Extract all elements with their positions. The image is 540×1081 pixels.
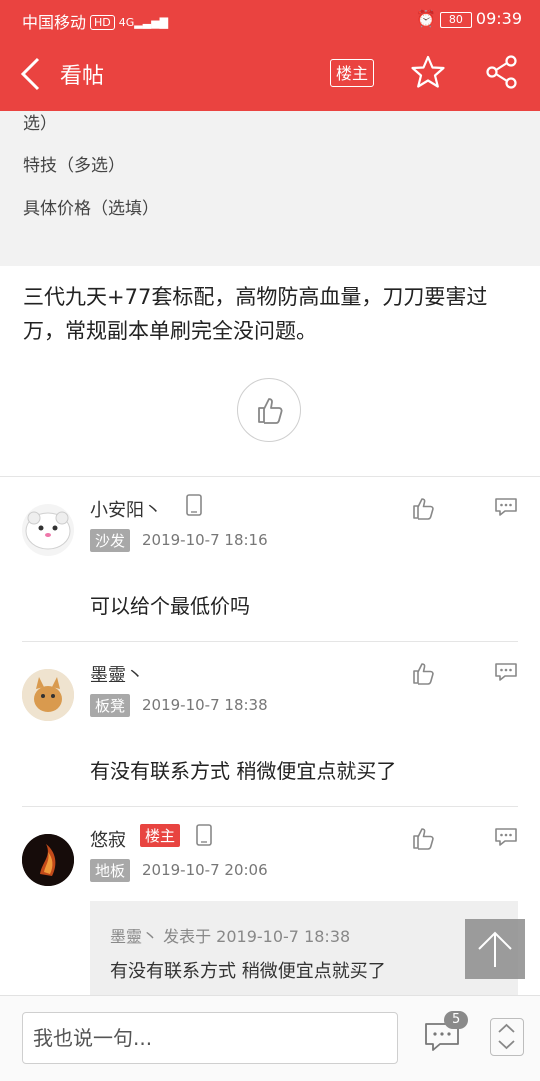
mobile-device-icon (196, 824, 212, 846)
username[interactable]: 小安阳丶 (90, 496, 162, 522)
attribute-line: 选） (23, 114, 57, 134)
avatar[interactable] (22, 834, 74, 886)
mobile-device-icon (186, 494, 202, 516)
reply-time: 2019-10-7 18:16 (142, 531, 268, 549)
favorite-star-icon[interactable] (410, 54, 446, 90)
username[interactable]: 悠寂 (90, 826, 126, 852)
quote-header: 墨靈丶 发表于 2019-10-7 18:38 (110, 927, 351, 946)
reply-content: 有没有联系方式 稍微便宜点就买了 (90, 759, 397, 783)
scroll-to-top-button[interactable] (465, 919, 525, 979)
arrow-up-icon (478, 931, 512, 967)
attribute-line: 具体价格（选填） (23, 199, 159, 219)
clock: 09:39 (475, 9, 522, 28)
floor-badge: 地板 (90, 859, 131, 882)
thumbs-up-icon[interactable] (412, 661, 436, 685)
thumbs-up-icon[interactable] (412, 826, 436, 850)
quote-content: 有没有联系方式 稍微便宜点就买了 (110, 961, 386, 982)
reply-time: 2019-10-7 20:06 (142, 861, 268, 879)
post-like-button[interactable] (237, 378, 301, 442)
post-attributes: 选） 特技（多选） 具体价格（选填） (0, 111, 540, 266)
back-arrow-icon[interactable] (18, 56, 46, 92)
avatar[interactable] (22, 504, 74, 556)
comment-count-badge: 5 (444, 1011, 469, 1029)
owner-only-button[interactable]: 楼主 (330, 59, 374, 87)
reply-input[interactable]: 我也说一句... (22, 1012, 398, 1064)
quoted-reply: 墨靈丶 发表于 2019-10-7 18:38 有没有联系方式 稍微便宜点就买了 (90, 901, 518, 996)
username[interactable]: 墨靈丶 (90, 661, 144, 687)
comment-icon[interactable] (494, 662, 518, 682)
divider (0, 476, 540, 477)
thumbs-up-icon[interactable] (412, 496, 436, 520)
thumbs-up-icon (258, 398, 283, 424)
signal-icon: 4G▂▃▅▇ (118, 16, 169, 29)
carrier-label: 中国移动 (22, 13, 87, 32)
status-bar: 中国移动 HD 4G▂▃▅▇ ⏰ 80 09:39 (0, 0, 540, 36)
comment-icon[interactable] (494, 827, 518, 847)
post-content: 三代九天+77套标配，高物防高血量，刀刀要害过万，常规副本单刷完全没问题。 (23, 285, 488, 343)
up-down-icon (498, 1023, 515, 1050)
reply-time: 2019-10-7 18:38 (142, 696, 268, 714)
divider (22, 806, 518, 807)
floor-badge: 板凳 (90, 694, 131, 717)
alarm-icon: ⏰ (415, 9, 436, 28)
owner-badge: 楼主 (140, 824, 181, 847)
comment-icon[interactable] (494, 497, 518, 517)
page-title: 看帖 (60, 64, 105, 89)
floor-badge: 沙发 (90, 529, 131, 552)
page-jump-button[interactable] (490, 1018, 524, 1056)
divider (22, 641, 518, 642)
reply-content: 可以给个最低价吗 (90, 594, 250, 618)
battery-icon: 80 (439, 12, 472, 28)
app-header: 看帖 楼主 (0, 36, 540, 111)
avatar[interactable] (22, 669, 74, 721)
reply-bar: 我也说一句... 5 (0, 995, 540, 1081)
share-icon[interactable] (484, 54, 520, 90)
attribute-line: 特技（多选） (23, 156, 125, 176)
hd-icon: HD (90, 15, 115, 30)
